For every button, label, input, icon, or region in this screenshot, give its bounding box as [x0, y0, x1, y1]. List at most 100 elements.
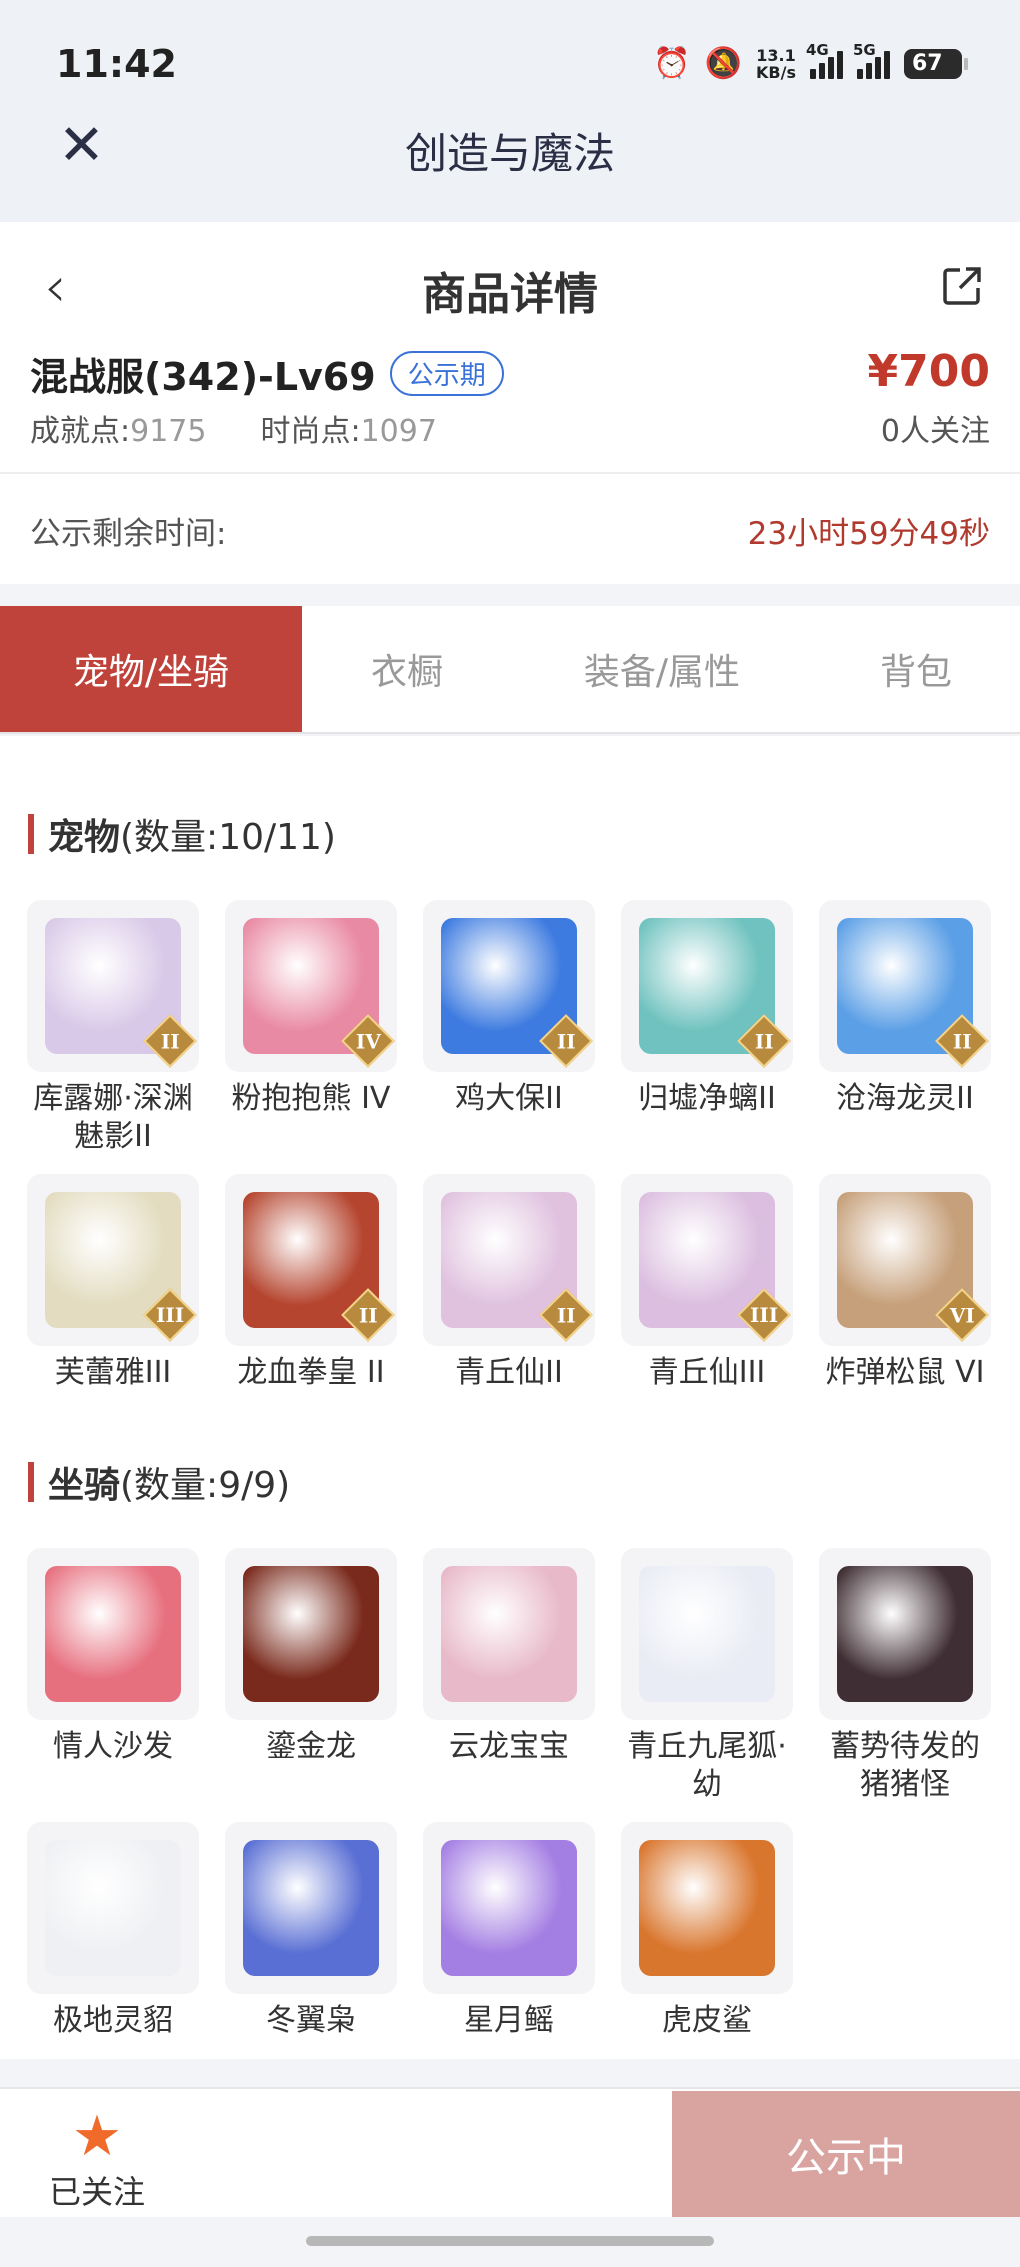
item-name-label: 蓄势待发的猪猪怪: [830, 1729, 980, 1802]
item-thumbnail: [27, 1822, 199, 1994]
item-thumbnail: II: [621, 900, 793, 1072]
app-top-bar: 11:42 ⏰ 🔕 13.1 KB/s 4G 5G 67 ✕ 创造与魔法: [0, 0, 1020, 222]
item-thumbnail: VI: [819, 1174, 991, 1346]
item-name-label: 芙蕾雅III: [54, 1355, 172, 1390]
net-speed: 13.1 KB/s: [756, 47, 796, 81]
item-thumbnail: IV: [225, 900, 397, 1072]
pets-section-title: 宠物 (数量:10/11): [28, 808, 336, 860]
list-item[interactable]: III 芙蕾雅III: [27, 1174, 199, 1392]
net-speed-unit: KB/s: [756, 62, 796, 82]
product-header: ‹ 商品详情 混战服(342)-Lv69 公示期 ¥700 成就点:9175 时…: [0, 222, 1020, 474]
list-item[interactable]: II 龙血拳皇 II: [225, 1174, 397, 1392]
grade-label: II: [358, 1303, 378, 1327]
item-thumbnail: [621, 1822, 793, 1994]
item-name-label: 库露娜·深渊魅影II: [33, 1081, 193, 1154]
item-thumbnail: III: [27, 1174, 199, 1346]
list-item[interactable]: VI 炸弹松鼠 VI: [819, 1174, 991, 1392]
app-title: 创造与魔法: [404, 129, 615, 178]
item-name: 混战服(342)-Lv69 公示期: [30, 346, 504, 401]
list-item[interactable]: II 归墟净螭II: [621, 900, 793, 1156]
share-icon[interactable]: [940, 264, 984, 308]
star-icon: ★: [71, 2104, 123, 2169]
tab-bar: 宠物/坐骑 衣橱 装备/属性 背包: [0, 606, 1020, 734]
list-item[interactable]: II 库露娜·深渊魅影II: [27, 900, 199, 1156]
grade-label: IV: [355, 1029, 381, 1053]
list-item[interactable]: 青丘九尾狐·幼: [621, 1548, 793, 1804]
item-name-text: 混战服(342)-Lv69: [30, 355, 376, 399]
list-item[interactable]: 蓄势待发的猪猪怪: [819, 1548, 991, 1804]
item-thumbnail: [819, 1548, 991, 1720]
item-image: [243, 1840, 379, 1976]
item-name-label: 沧海龙灵II: [836, 1081, 974, 1116]
follow-label: 已关注: [48, 2173, 145, 2211]
list-item[interactable]: 云龙宝宝: [423, 1548, 595, 1804]
mute-icon: 🔕: [704, 46, 743, 81]
item-image: [45, 1840, 181, 1976]
list-item[interactable]: 鎏金龙: [225, 1548, 397, 1804]
item-name-label: 炸弹松鼠 VI: [825, 1355, 985, 1390]
achievement-points: 成就点:9175: [30, 414, 207, 449]
item-thumbnail: III: [621, 1174, 793, 1346]
item-thumbnail: [621, 1548, 793, 1720]
countdown-row: 公示剩余时间: 23小时59分49秒: [0, 474, 1020, 584]
item-name-label: 鸡大保II: [455, 1081, 563, 1116]
page-title: 商品详情: [422, 269, 598, 320]
grade-label: II: [556, 1303, 576, 1327]
fashion-points: 时尚点:1097: [260, 414, 437, 449]
item-name-label: 粉抱抱熊 IV: [231, 1081, 391, 1116]
tab-bag[interactable]: 背包: [812, 606, 1020, 732]
section-marker: [28, 1462, 34, 1502]
followers-count: 0人关注: [880, 414, 990, 449]
alarm-icon: ⏰: [653, 46, 691, 81]
net-speed-value: 13.1: [756, 45, 796, 65]
item-image: [45, 1566, 181, 1702]
item-image: [639, 1566, 775, 1702]
item-name-label: 龙血拳皇 II: [237, 1355, 385, 1390]
list-item[interactable]: II 沧海龙灵II: [819, 900, 991, 1156]
pets-grid: II 库露娜·深渊魅影II IV 粉抱抱熊 IV II 鸡大保II II 归墟净螭II II 沧海…: [27, 900, 997, 1392]
item-thumbnail: [225, 1822, 397, 1994]
item-name-label: 星月鳐: [464, 2003, 554, 2038]
bottom-action-bar: ★ 已关注 公示中: [0, 2087, 1020, 2217]
item-thumbnail: II: [423, 900, 595, 1072]
home-indicator[interactable]: [306, 2236, 714, 2246]
grade-label: II: [160, 1029, 180, 1053]
grade-label: III: [749, 1302, 779, 1327]
list-item[interactable]: 星月鳐: [423, 1822, 595, 2040]
follow-button[interactable]: ★ 已关注: [42, 2107, 152, 2213]
item-image: [837, 1566, 973, 1702]
mounts-section-title: 坐骑 (数量:9/9): [28, 1456, 290, 1508]
list-item[interactable]: 情人沙发: [27, 1548, 199, 1804]
item-thumbnail: [423, 1548, 595, 1720]
item-image: [441, 1566, 577, 1702]
list-item[interactable]: III 青丘仙III: [621, 1174, 793, 1392]
grade-label: VI: [949, 1303, 975, 1327]
list-item[interactable]: IV 粉抱抱熊 IV: [225, 900, 397, 1156]
item-thumbnail: II: [819, 900, 991, 1072]
grade-label: II: [754, 1029, 774, 1053]
list-item[interactable]: II 青丘仙II: [423, 1174, 595, 1392]
publicity-button[interactable]: 公示中: [672, 2091, 1020, 2217]
item-name-label: 青丘仙III: [648, 1355, 766, 1390]
list-item[interactable]: 极地灵貂: [27, 1822, 199, 2040]
item-name-label: 情人沙发: [53, 1729, 173, 1764]
item-name-label: 归墟净螭II: [638, 1081, 776, 1116]
sim2-label: 5G: [853, 40, 876, 59]
list-item[interactable]: 虎皮鲨: [621, 1822, 793, 2040]
item-image: [639, 1840, 775, 1976]
item-stats: 成就点:9175 时尚点:1097: [30, 406, 437, 450]
mounts-grid: 情人沙发 鎏金龙 云龙宝宝 青丘九尾狐·幼 蓄势待发的猪猪怪极地灵貂 冬翼枭 星月鳐 虎皮鲨: [27, 1548, 997, 2040]
list-item[interactable]: 冬翼枭: [225, 1822, 397, 2040]
grade-label: III: [155, 1302, 185, 1327]
status-time: 11:42: [56, 42, 177, 86]
item-thumbnail: [27, 1548, 199, 1720]
tab-equipment[interactable]: 装备/属性: [512, 606, 812, 732]
item-name-label: 虎皮鲨: [662, 2003, 752, 2038]
item-thumbnail: [225, 1548, 397, 1720]
tab-wardrobe[interactable]: 衣橱: [302, 606, 512, 732]
signal-icon-sim1: 4G: [806, 41, 843, 79]
price: ¥700: [867, 346, 990, 397]
item-image: [441, 1840, 577, 1976]
list-item[interactable]: II 鸡大保II: [423, 900, 595, 1156]
tab-pets-mounts[interactable]: 宠物/坐骑: [0, 606, 302, 732]
